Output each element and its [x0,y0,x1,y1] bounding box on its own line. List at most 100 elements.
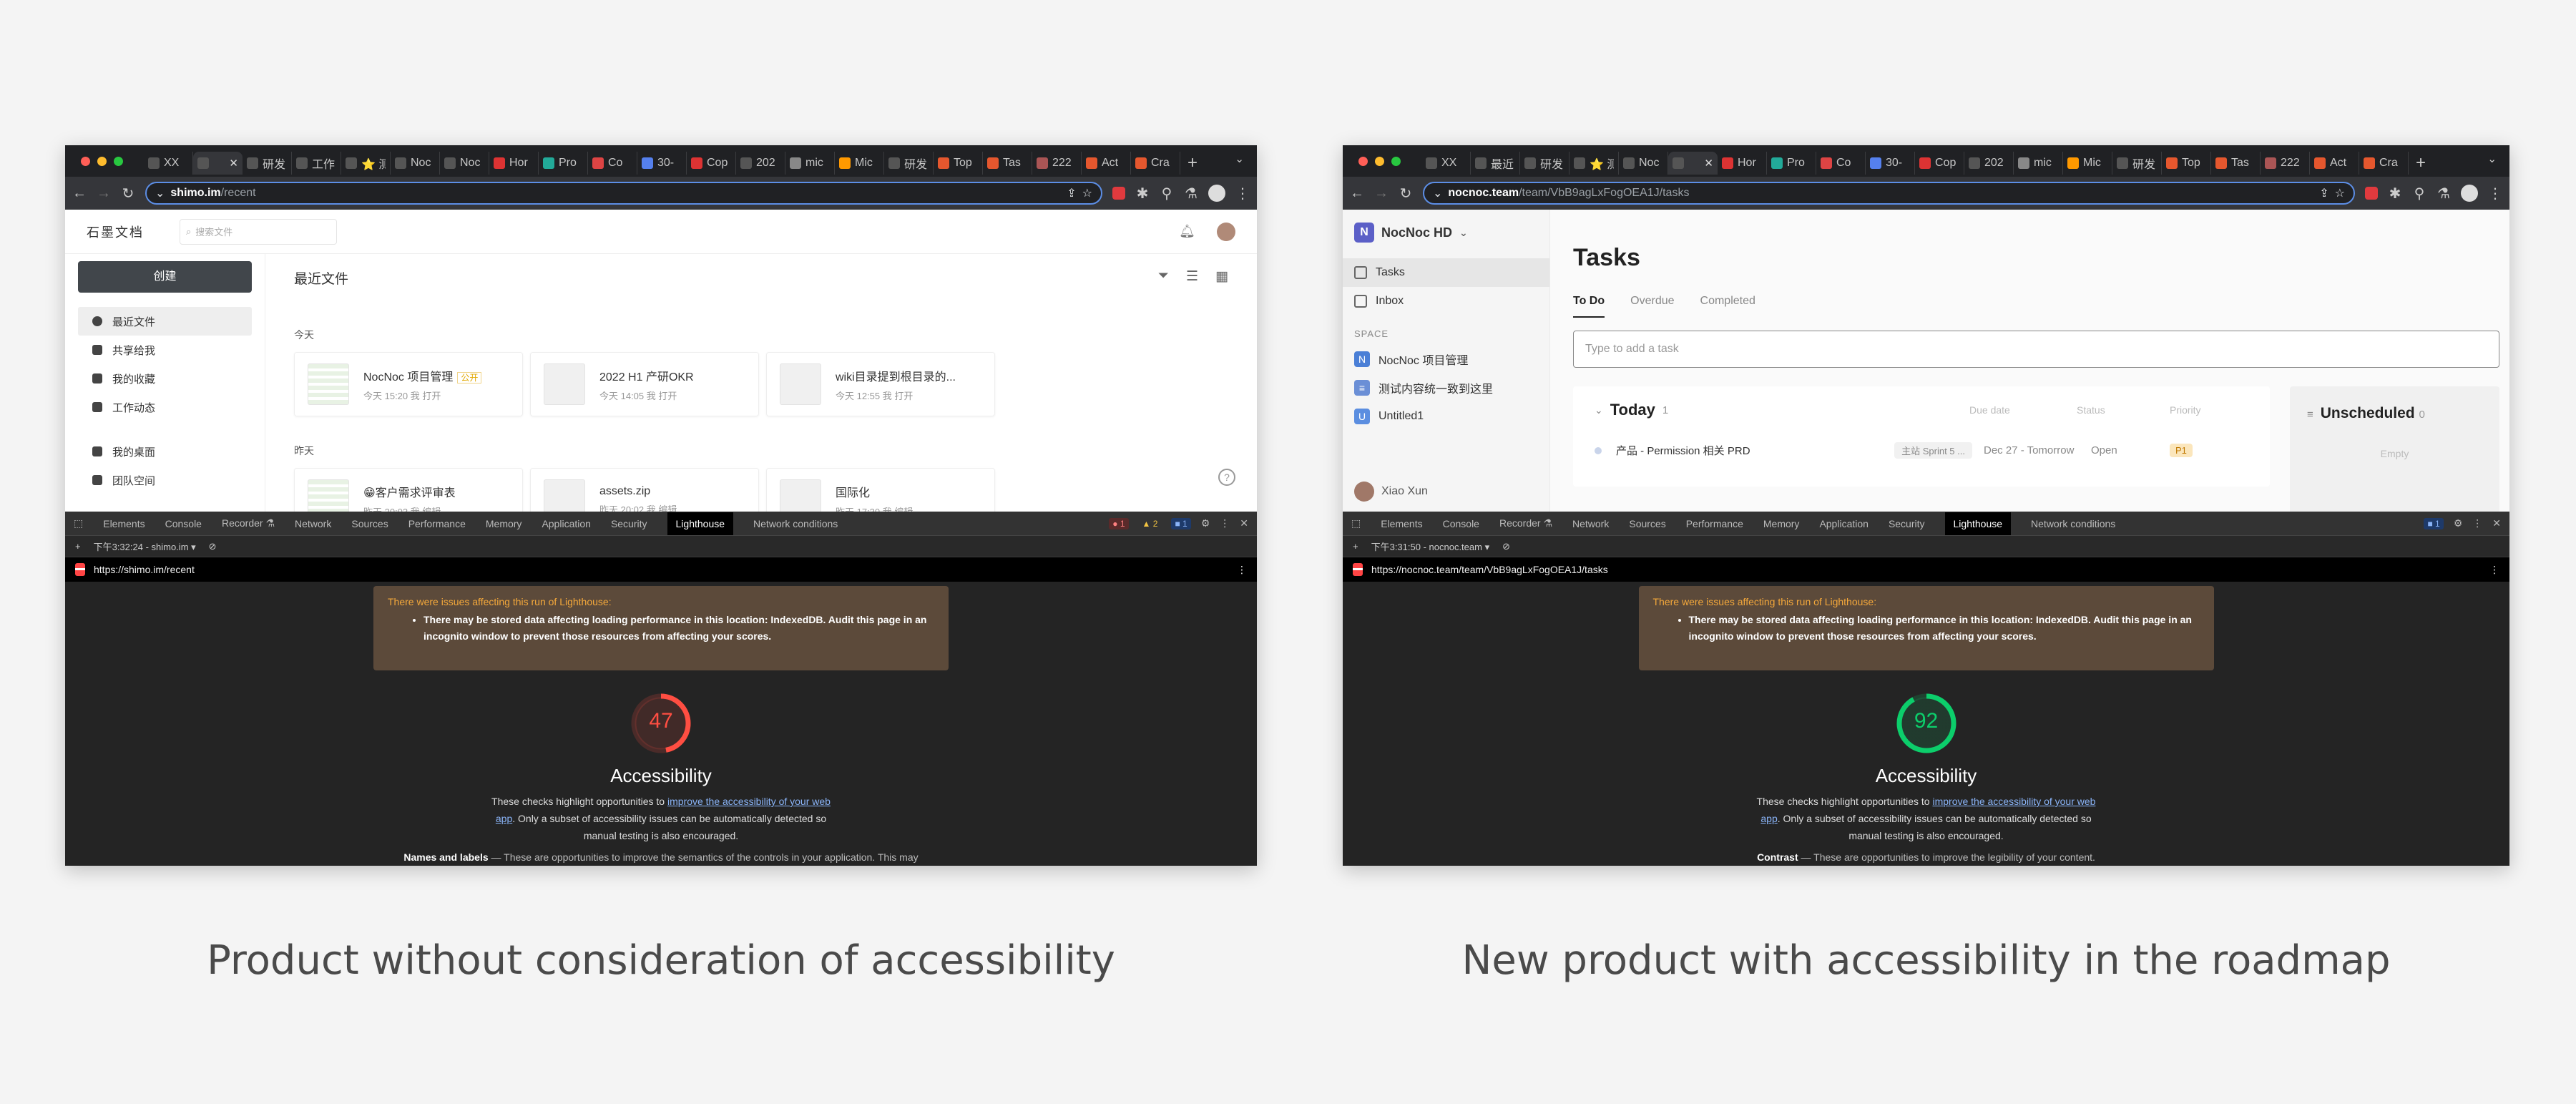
report-select[interactable]: 下午3:31:50 - nocnoc.team ▾ [1371,539,1490,553]
lab-flask-icon[interactable]: ⚗ [2437,185,2451,202]
tab-sources[interactable]: Sources [351,518,388,529]
user-menu[interactable]: Xiao Xun [1354,482,1428,502]
reload-icon[interactable]: ↻ [1399,185,1413,202]
sidebar-item-favorites[interactable]: 我的收藏 [78,364,252,393]
add-task-input[interactable]: Type to add a task [1573,331,2499,368]
browser-tab[interactable]: XX [144,152,193,175]
warning-count-badge[interactable]: ▲ 2 [1139,518,1162,529]
maximize-window-button[interactable] [1391,157,1401,166]
tab-performance[interactable]: Performance [1686,518,1743,529]
tab-close-icon[interactable]: ✕ [229,157,238,170]
close-window-button[interactable] [1358,157,1368,166]
browser-tab[interactable]: Co [1816,152,1866,175]
browser-tab[interactable]: Cra [2359,152,2409,175]
new-tab-button[interactable]: + [1180,153,1205,173]
close-icon[interactable]: ✕ [2492,517,2501,529]
tab-network[interactable]: Network [295,518,331,529]
gear-icon[interactable]: ⚙ [2454,517,2463,529]
tab-todo[interactable]: To Do [1573,295,1605,318]
browser-tab[interactable]: XX [1421,152,1471,175]
file-card[interactable]: wiki目录提到根目录的... 今天 12:55 我 打开 [766,352,995,416]
sidebar-item-space[interactable]: U Untitled1 [1343,402,1549,431]
tab-network[interactable]: Network [1572,518,1609,529]
browser-tab[interactable]: Cop [687,152,736,175]
task-row[interactable]: 产品 - Permission 相关 PRD 主站 Sprint 5 ... D… [1595,442,2248,459]
tab-lighthouse[interactable]: Lighthouse [1944,512,2012,535]
address-bar[interactable]: ⌄ shimo.im/recent ⇪ ☆ [145,182,1102,205]
task-status-dot[interactable] [1595,446,1602,454]
browser-tab[interactable]: Tas [2211,152,2261,175]
browser-tab[interactable]: Tas [983,152,1032,175]
browser-tab[interactable]: ⭐ 测 [341,152,391,175]
bookmark-star-icon[interactable]: ☆ [1082,186,1092,200]
address-bar[interactable]: ⌄ nocnoc.team/team/VbB9agLxFogOEA1J/task… [1423,182,2355,205]
back-icon[interactable]: ← [72,185,87,202]
list-view-icon[interactable]: ☰ [1186,268,1198,288]
filter-icon[interactable]: ⏷ [1158,268,1169,288]
file-card[interactable]: 2022 H1 产研OKR 今天 14:05 我 打开 [530,352,759,416]
chevron-down-icon[interactable]: ⌄ [1595,404,1603,416]
sidebar-item-inbox[interactable]: Inbox [1343,287,1549,316]
sidebar-item-shared[interactable]: 共享给我 [78,336,252,364]
tab-sources[interactable]: Sources [1629,518,1665,529]
extensions-puzzle-icon[interactable]: ✱ [2388,185,2402,202]
tab-close-icon[interactable]: ✕ [1704,157,1713,170]
more-menu-icon[interactable]: ⋮ [2488,185,2502,202]
tab-application[interactable]: Application [1819,518,1869,529]
team-switcher[interactable]: N NocNoc HD ⌄ [1343,223,1549,243]
tab-network-conditions[interactable]: Network conditions [2031,518,2115,529]
gear-icon[interactable]: ⚙ [1201,517,1210,529]
file-card[interactable]: NocNoc 项目管理 公开 今天 15:20 我 打开 [294,352,523,416]
clear-icon[interactable]: ⊘ [209,541,217,552]
maximize-window-button[interactable] [114,157,123,166]
browser-tab[interactable]: ⭐ 测 [1569,152,1619,175]
browser-tab[interactable]: Mic [2063,152,2112,175]
browser-tab[interactable]: Cop [1915,152,1964,175]
browser-tab[interactable]: Noc [440,152,489,175]
browser-tab[interactable]: 202 [1964,152,2014,175]
task-due-date[interactable]: Dec 27 - Tomorrow [1984,444,2091,456]
browser-tab[interactable]: ✕ [1668,152,1718,175]
clear-icon[interactable]: ⊘ [1502,541,1510,552]
pocket-extension-icon[interactable] [1112,187,1125,200]
tab-search-icon[interactable]: ⌄ [1228,152,1251,165]
tab-elements[interactable]: Elements [1381,518,1422,529]
error-count-badge[interactable]: ● 1 [1109,517,1129,529]
forward-icon[interactable]: → [97,185,111,202]
browser-tab[interactable]: 30- [1866,152,1915,175]
grid-view-icon[interactable]: ▦ [1215,268,1228,288]
tab-console[interactable]: Console [165,518,202,529]
profile-avatar[interactable] [1208,185,1225,202]
create-button[interactable]: 创建 [78,261,252,293]
info-count-badge[interactable]: ■ 1 [2424,517,2444,529]
notification-bell-icon[interactable]: 🔔︎ [1179,224,1195,239]
sidebar-item-activity[interactable]: 工作动态 [78,393,252,421]
priority-badge[interactable]: P1 [2170,444,2193,457]
browser-tab[interactable]: Co [588,152,637,175]
pin-icon[interactable]: ⚲ [2412,185,2426,202]
inspect-icon[interactable]: ⬚ [74,517,83,529]
tab-overdue[interactable]: Overdue [1630,295,1674,318]
tab-security[interactable]: Security [611,518,647,529]
score-gauge[interactable]: 92 [1894,692,1958,755]
task-status[interactable]: Open [2091,444,2170,456]
user-avatar[interactable] [1217,222,1235,241]
browser-tab[interactable]: Top [934,152,983,175]
browser-tab[interactable]: 202 [736,152,785,175]
browser-tab[interactable]: Act [2310,152,2359,175]
lab-flask-icon[interactable]: ⚗ [1184,185,1198,202]
sprint-chip[interactable]: 主站 Sprint 5 ... [1894,442,1972,459]
more-menu-icon[interactable]: ⋮ [2489,564,2499,576]
sidebar-item-space[interactable]: ≡ 测试内容统一致到这里 [1343,373,1549,402]
minimize-window-button[interactable] [1375,157,1384,166]
browser-tab[interactable]: Act [1082,152,1131,175]
tab-memory[interactable]: Memory [1763,518,1800,529]
file-card[interactable]: 国际化 昨天 17:30 我 编辑 [766,468,995,512]
pocket-extension-icon[interactable] [2365,187,2378,200]
share-icon[interactable]: ⇪ [2319,186,2328,200]
file-card[interactable]: assets.zip 昨天 20:02 我 编辑 [530,468,759,512]
plus-icon[interactable]: + [1353,541,1358,552]
minimize-window-button[interactable] [97,157,107,166]
tab-network-conditions[interactable]: Network conditions [753,518,838,529]
close-icon[interactable]: ✕ [1240,517,1248,529]
